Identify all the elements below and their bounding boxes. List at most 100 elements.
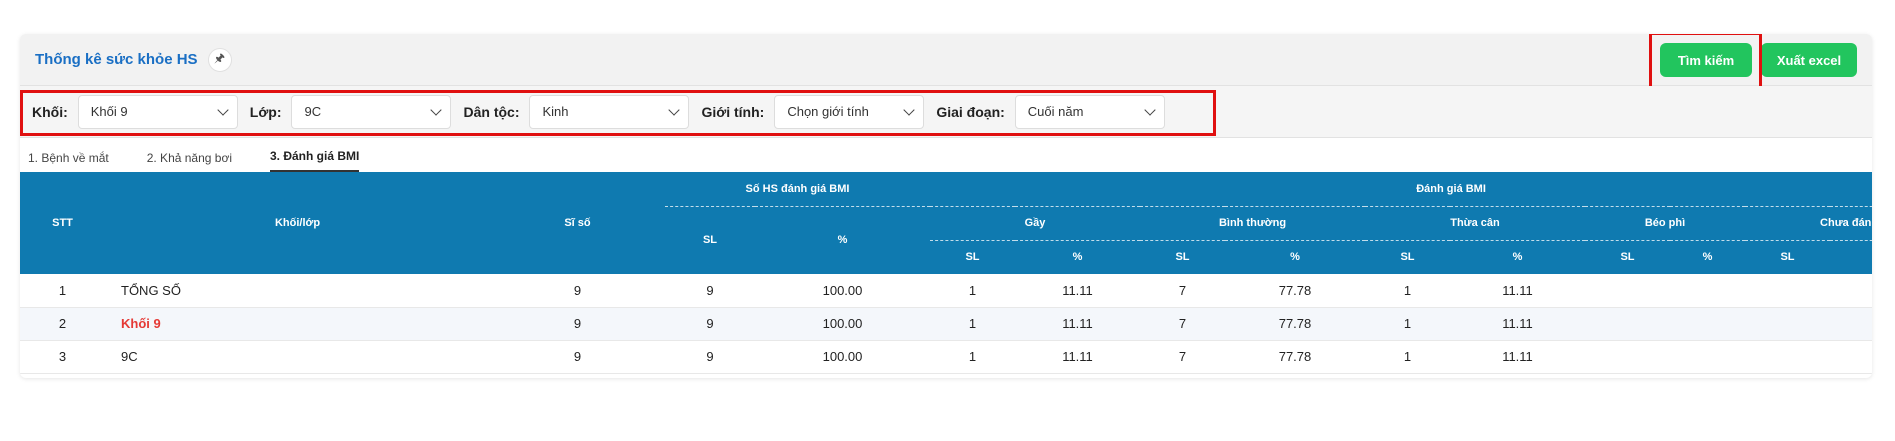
header-cdg-sl: SL	[1745, 239, 1830, 274]
cell-bp-sl	[1585, 340, 1670, 373]
lop-label: Lớp:	[249, 103, 282, 120]
cell-gay-sl: 1	[968, 282, 977, 298]
header-cdg-pct: %	[1830, 239, 1872, 274]
filter-bar: Khối: Khối 9 Lớp: 9C Dân tộc: Kinh Giới …	[20, 86, 1872, 138]
giaidoan-select[interactable]: Cuối năm	[1014, 94, 1165, 129]
header-so-hs-bmi: Số HS đánh giá BMI	[665, 172, 930, 206]
header-binh-thuong: Bình thường	[1140, 205, 1365, 240]
cell-sl: 9	[706, 349, 714, 364]
chevron-down-icon	[430, 103, 443, 116]
cell-sl: 9	[706, 282, 714, 298]
cell-gay-pct: 11.11	[1062, 282, 1093, 298]
gioitinh-label: Giới tính:	[701, 103, 765, 120]
header-bp-sl: SL	[1585, 239, 1670, 274]
page-title: Thống kê sức khỏe HS	[35, 51, 198, 68]
header-gay-pct: %	[1015, 239, 1140, 274]
statistics-panel: Thống kê sức khỏe HS 🖈 Tìm kiếm Xuất exc…	[20, 34, 1872, 378]
khoi-select-value: Khối 9	[90, 104, 128, 119]
chevron-down-icon	[217, 103, 229, 116]
chevron-down-icon	[903, 103, 915, 116]
header-khoilop: Khối/lớp	[105, 172, 490, 274]
cell-siso: 9	[573, 282, 582, 298]
panel-header: Thống kê sức khỏe HS 🖈 Tìm kiếm Xuất exc…	[20, 34, 1872, 96]
giaidoan-select-value: Cuối năm	[1027, 104, 1084, 119]
dantoc-label: Dân tộc:	[463, 103, 520, 120]
cell-tc-pct: 11.11	[1502, 282, 1533, 298]
cell-gay-sl: 1	[968, 349, 977, 364]
cell-name: Khối 9	[121, 316, 161, 331]
cell-bp-pct	[1670, 274, 1745, 307]
cell-cdg-sl	[1745, 307, 1830, 340]
cell-pct: 100.00	[822, 349, 863, 364]
header-tc-sl: SL	[1365, 239, 1450, 274]
cell-bt-pct: 77.78	[1278, 316, 1312, 331]
cell-stt: 1	[58, 282, 67, 298]
search-button[interactable]: Tìm kiếm	[1660, 43, 1752, 77]
cell-bt-sl: 7	[1178, 349, 1187, 364]
header-gay: Gầy	[930, 205, 1140, 240]
khoi-select[interactable]: Khối 9	[77, 94, 238, 129]
tab-bar: 1. Bệnh về mắt 2. Khả năng bơi 3. Đánh g…	[20, 138, 1872, 172]
header-sl: SL	[665, 205, 755, 274]
header-danh-gia-bmi: Đánh giá BMI	[930, 172, 1872, 206]
cell-sl: 9	[706, 316, 714, 331]
cell-bp-pct	[1670, 340, 1745, 373]
gioitinh-select[interactable]: Chọn giới tính	[774, 94, 925, 129]
cell-siso: 9	[573, 316, 582, 331]
cell-cdg-pct	[1830, 340, 1872, 373]
header-stt: STT	[20, 172, 105, 274]
dantoc-select[interactable]: Kinh	[529, 94, 690, 129]
cell-name: TỔNG SỐ	[121, 282, 181, 298]
lop-select[interactable]: 9C	[291, 94, 452, 129]
cell-bp-sl	[1585, 274, 1670, 307]
cell-stt: 2	[58, 316, 67, 331]
cell-gay-pct: 11.11	[1062, 349, 1093, 364]
cell-cdg-pct	[1830, 307, 1872, 340]
cell-tc-sl: 1	[1403, 349, 1412, 364]
cell-name: 9C	[121, 349, 138, 364]
cell-siso: 9	[573, 349, 582, 364]
cell-tc-pct: 11.11	[1502, 316, 1533, 331]
export-excel-button[interactable]: Xuất excel	[1761, 43, 1857, 77]
cell-pct: 100.00	[822, 316, 863, 331]
lop-select-value: 9C	[304, 104, 322, 119]
header-thua-can: Thừa cân	[1365, 205, 1585, 240]
cell-bt-pct: 77.78	[1278, 282, 1312, 298]
gioitinh-select-value: Chọn giới tính	[787, 104, 869, 119]
header-chua-danh-gia: Chưa đánh giá	[1745, 205, 1872, 240]
cell-stt: 3	[58, 349, 67, 364]
header-gay-sl: SL	[930, 239, 1015, 274]
cell-cdg-sl	[1745, 340, 1830, 373]
tab-kha-nang-boi[interactable]: 2. Khả năng bơi	[147, 151, 232, 172]
header-siso: Sĩ số	[490, 172, 665, 274]
cell-bt-sl: 7	[1178, 282, 1187, 298]
header-pct: %	[755, 205, 930, 274]
header-bp-pct: %	[1670, 239, 1745, 274]
bmi-table: STT Khối/lớp Sĩ số Số HS đánh giá BMI Đá…	[20, 172, 1872, 374]
cell-cdg-sl	[1745, 274, 1830, 307]
chevron-down-icon	[1144, 103, 1156, 116]
cell-gay-pct: 11.11	[1062, 316, 1093, 331]
cell-tc-sl: 1	[1403, 316, 1412, 331]
cell-bt-sl: 7	[1178, 316, 1187, 331]
tab-danh-gia-bmi[interactable]: 3. Đánh giá BMI	[269, 149, 360, 172]
khoi-label: Khối:	[32, 103, 68, 120]
chevron-down-icon	[668, 103, 681, 116]
header-bt-pct: %	[1225, 239, 1365, 274]
dantoc-select-value: Kinh	[542, 104, 569, 119]
cell-gay-sl: 1	[968, 316, 977, 331]
cell-bp-pct	[1670, 307, 1745, 340]
table-row: 1 TỔNG SỐ 9 9 100.00 1 11.11 7 77.78 1 1…	[20, 274, 1872, 307]
header-bt-sl: SL	[1140, 239, 1225, 274]
cell-tc-sl: 1	[1403, 282, 1412, 298]
cell-cdg-pct	[1830, 274, 1872, 307]
cell-pct: 100.00	[822, 282, 863, 298]
pin-icon[interactable]: 🖈	[207, 47, 232, 72]
cell-bp-sl	[1585, 307, 1670, 340]
tab-benh-ve-mat[interactable]: 1. Bệnh về mắt	[28, 151, 109, 172]
table-row: 2 Khối 9 9 9 100.00 1 11.11 7 77.78 1 11…	[20, 307, 1872, 340]
table-row: 3 9C 9 9 100.00 1 11.11 7 77.78 1 11.11	[20, 340, 1872, 373]
cell-bt-pct: 77.78	[1278, 349, 1312, 364]
giaidoan-label: Giai đoạn:	[936, 103, 1005, 120]
header-beo-phi: Béo phì	[1585, 205, 1745, 240]
